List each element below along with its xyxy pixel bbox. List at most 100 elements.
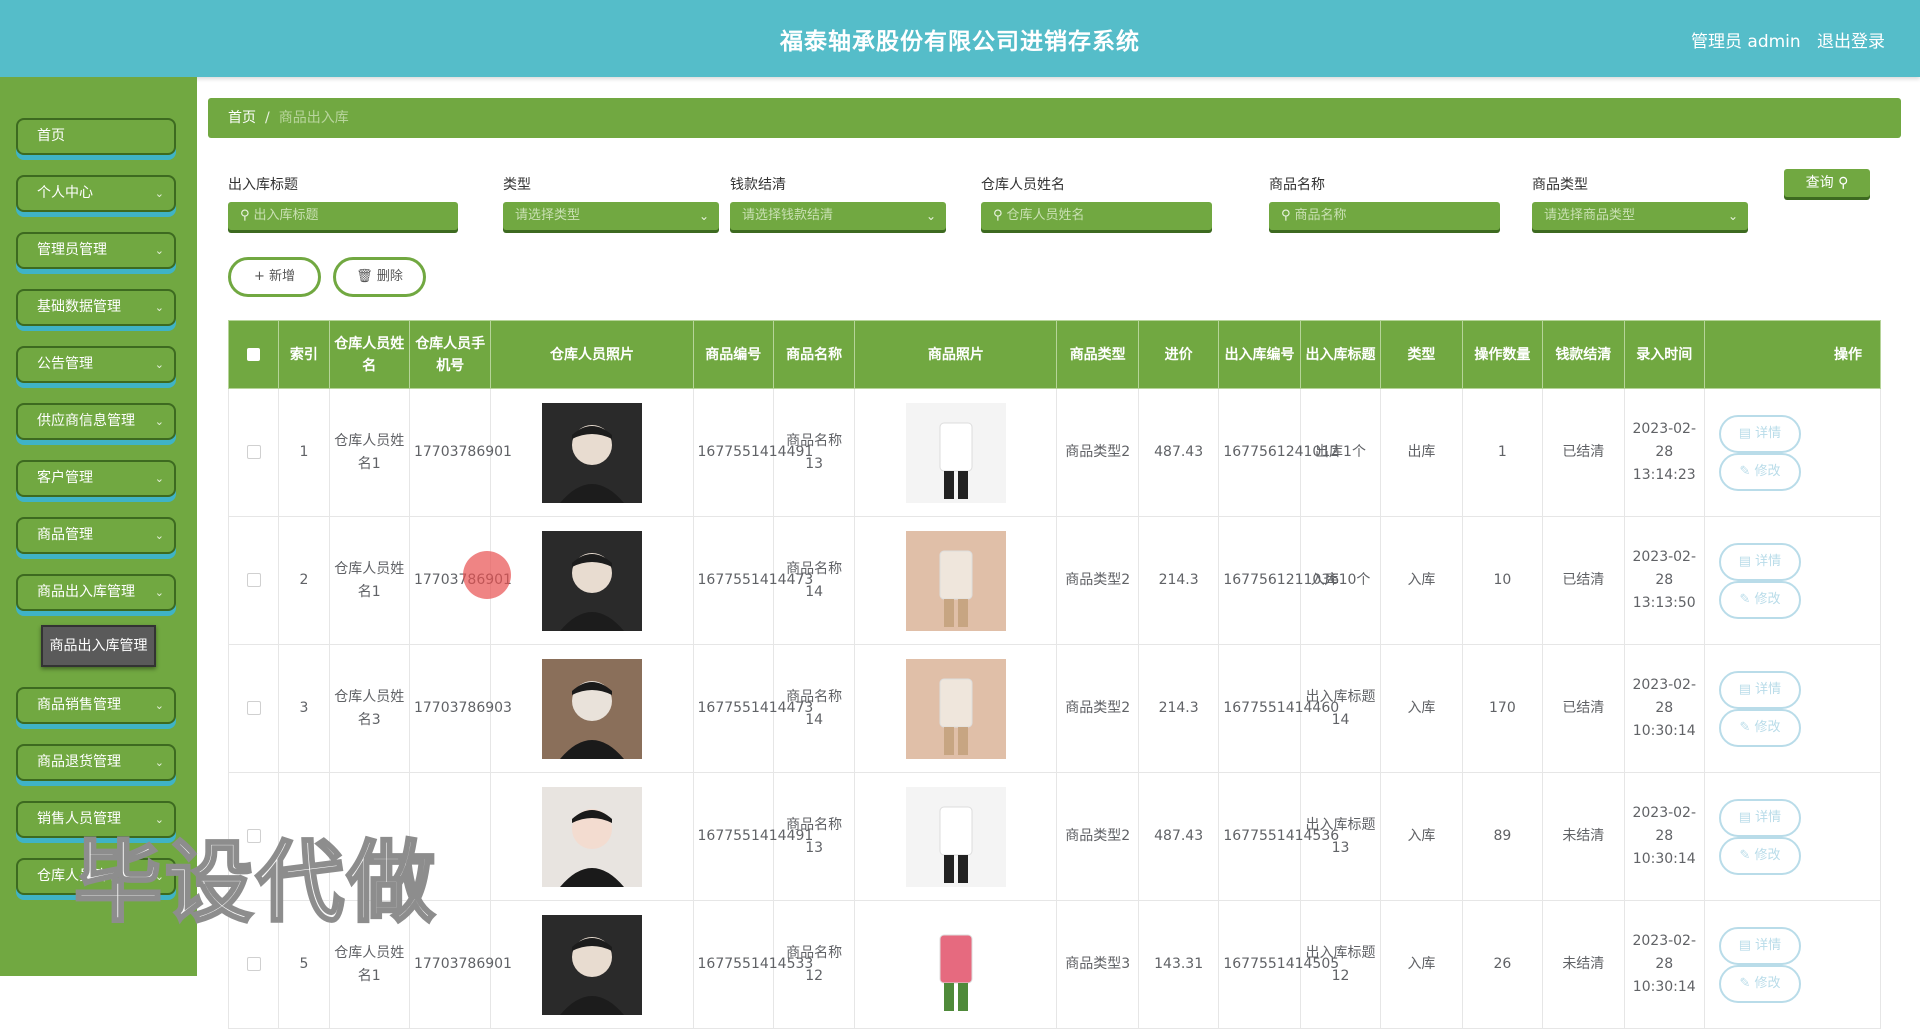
sidebar-item-label: 管理员管理 [37, 242, 107, 258]
chevron-down-icon: ⌄ [154, 301, 164, 314]
detail-button[interactable]: ▤ 详情 [1718, 542, 1801, 581]
sidebar-item-customer[interactable]: 客户管理 ⌄ [16, 460, 176, 497]
row-actions: ▤ 详情✎ 修改 [1703, 772, 1882, 901]
column-header: 索引 [278, 320, 330, 389]
logout-link[interactable]: 退出登录 [1817, 27, 1885, 52]
select-all-checkbox[interactable] [227, 320, 280, 389]
cell-qty: 89 [1461, 772, 1544, 901]
row-checkbox[interactable] [227, 644, 280, 773]
column-header: 仓库人员照片 [490, 320, 694, 389]
sidebar-item-returns[interactable]: 商品退货管理 ⌄ [16, 744, 176, 781]
sidebar-item-goods[interactable]: 商品管理 ⌄ [16, 517, 176, 554]
filter-staff-input[interactable]: ⚲ 仓库人员姓名 [981, 202, 1212, 230]
filter-title-label: 出入库标题 [228, 177, 298, 193]
sidebar-item-sales[interactable]: 商品销售管理 ⌄ [16, 687, 176, 724]
sidebar-item-home[interactable]: 首页 [16, 118, 176, 155]
sidebar-item-supplier[interactable]: 供应商信息管理 ⌄ [16, 403, 176, 440]
cell-name: 仓库人员姓名1 [328, 516, 410, 645]
table-row: 3 仓库人员姓名3 17703786903 1677551414473 商品名称14 商品… [227, 644, 1882, 773]
edit-button[interactable]: ✎ 修改 [1718, 452, 1801, 491]
document-icon: ▤ [1738, 809, 1752, 825]
cell-price: 214.3 [1137, 644, 1220, 773]
product-image [905, 786, 1006, 887]
submenu-item-inout[interactable]: 商品出入库管理 [41, 625, 156, 667]
edit-button[interactable]: ✎ 修改 [1718, 836, 1801, 875]
breadcrumb-current: 商品出入库 [278, 110, 349, 126]
sidebar-item-basedata[interactable]: 基础数据管理 ⌄ [16, 289, 176, 326]
column-header: 出入库标题 [1299, 320, 1382, 389]
filter-settle-select[interactable]: 请选择钱款结清 ⌄ [730, 202, 946, 230]
cell-code: 1677551414491 [692, 772, 813, 901]
filter-goods-label: 商品名称 [1269, 177, 1325, 193]
column-header: 类型 [1380, 320, 1463, 389]
column-header: 操作 [1703, 320, 1882, 389]
row-actions: ▤ 详情✎ 修改 [1703, 516, 1882, 645]
sidebar-item-personal[interactable]: 个人中心 ⌄ [16, 175, 176, 212]
chevron-down-icon: ⌄ [154, 756, 164, 769]
product-image [905, 914, 1006, 1015]
cell-no: 1677561211036 [1218, 516, 1339, 645]
document-icon: ▤ [1738, 425, 1752, 441]
filter-goodstype-select[interactable]: 请选择商品类型 ⌄ [1532, 202, 1748, 230]
cell-type: 出库 [1380, 388, 1463, 517]
column-header: 仓库人员手机号 [408, 320, 492, 389]
document-icon: ▤ [1738, 553, 1752, 569]
cell-code: 1677551414473 [692, 516, 813, 645]
watermark: 毕设代做 [72, 830, 439, 936]
breadcrumb-home[interactable]: 首页 [228, 110, 256, 126]
cell-idx: 3 [278, 644, 330, 773]
row-actions: ▤ 详情✎ 修改 [1703, 388, 1882, 517]
cell-gtype: 商品类型2 [1056, 644, 1139, 773]
chevron-down-icon: ⌄ [154, 358, 164, 371]
add-button[interactable]: + 新增 [228, 257, 321, 297]
filter-type-label: 类型 [503, 177, 531, 193]
chevron-down-icon: ⌄ [154, 415, 164, 428]
table-header-row: 索引 仓库人员姓名 仓库人员手机号 仓库人员照片 商品编号 商品名称 商品照片 … [227, 320, 1882, 389]
sidebar-item-inout[interactable]: 商品出入库管理 ⌄ [16, 574, 176, 611]
sidebar-item-notice[interactable]: 公告管理 ⌄ [16, 346, 176, 383]
portrait-image [541, 530, 642, 631]
pencil-icon: ✎ [1739, 847, 1751, 863]
pencil-icon: ✎ [1739, 719, 1751, 735]
pencil-icon: ✎ [1739, 463, 1751, 479]
detail-button[interactable]: ▤ 详情 [1718, 670, 1801, 709]
cell-time: 2023-02-28 13:14:23 [1623, 388, 1705, 517]
staff-photo [490, 772, 694, 901]
sidebar-item-label: 基础数据管理 [37, 299, 121, 315]
detail-button[interactable]: ▤ 详情 [1718, 926, 1801, 965]
cell-name: 仓库人员姓名3 [328, 644, 410, 773]
sidebar-item-label: 商品退货管理 [37, 754, 121, 770]
edit-button[interactable]: ✎ 修改 [1718, 708, 1801, 747]
sidebar-item-label: 客户管理 [37, 470, 93, 486]
filter-title-input[interactable]: ⚲ 出入库标题 [228, 202, 458, 230]
row-actions: ▤ 详情✎ 修改 [1703, 644, 1882, 773]
goods-photo [854, 644, 1058, 773]
sidebar-item-admin[interactable]: 管理员管理 ⌄ [16, 232, 176, 269]
column-header: 仓库人员姓名 [328, 320, 410, 389]
detail-button[interactable]: ▤ 详情 [1718, 798, 1801, 837]
filter-goods-input[interactable]: ⚲ 商品名称 [1269, 202, 1500, 230]
filter-staff-label: 仓库人员姓名 [981, 177, 1065, 193]
cell-qty: 1 [1461, 388, 1544, 517]
cell-code: 1677551414491 [692, 388, 813, 517]
pencil-icon: ✎ [1739, 591, 1751, 607]
search-icon: ⚲ [1281, 208, 1291, 223]
product-image [905, 530, 1006, 631]
column-header: 出入库编号 [1218, 320, 1301, 389]
query-button[interactable]: 查询 ⚲ [1784, 169, 1870, 197]
edit-button[interactable]: ✎ 修改 [1718, 580, 1801, 619]
staff-photo [490, 516, 694, 645]
detail-button[interactable]: ▤ 详情 [1718, 414, 1801, 453]
cell-settle: 未结清 [1542, 772, 1625, 901]
delete-button[interactable]: 🗑 删除 [333, 257, 426, 297]
pencil-icon: ✎ [1739, 975, 1751, 991]
row-checkbox[interactable] [227, 516, 280, 645]
cell-gtype: 商品类型2 [1056, 388, 1139, 517]
cell-settle: 已结清 [1542, 516, 1625, 645]
filter-type-select[interactable]: 请选择类型 ⌄ [503, 202, 719, 230]
row-checkbox[interactable] [227, 388, 280, 517]
portrait-image [541, 786, 642, 887]
portrait-image [541, 658, 642, 759]
search-icon: ⚲ [1838, 175, 1849, 191]
edit-button[interactable]: ✎ 修改 [1718, 964, 1801, 1003]
